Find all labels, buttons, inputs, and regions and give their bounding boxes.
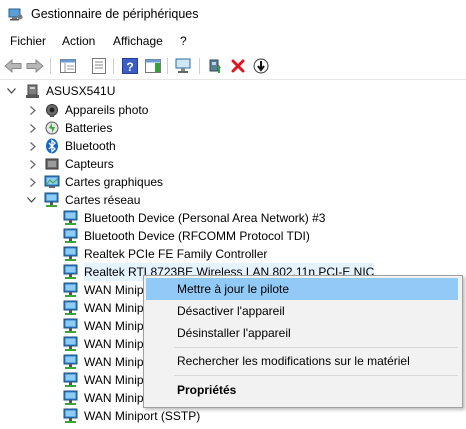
toolbar-separator <box>50 58 51 74</box>
device-label: WAN Minip <box>84 355 144 369</box>
category-bluetooth[interactable]: Bluetooth <box>0 137 466 155</box>
toolbar-separator <box>167 58 168 74</box>
device-label: WAN Minip <box>84 337 144 351</box>
device-label: Bluetooth Device (Personal Area Network)… <box>84 211 326 225</box>
menu-item-label: Désinstaller l'appareil <box>177 326 291 340</box>
network-adapter-icon <box>63 390 79 406</box>
network-adapter-icon <box>63 228 79 244</box>
network-adapter-icon <box>63 264 79 280</box>
menu-affichage[interactable]: Affichage <box>111 33 165 49</box>
back-arrow-icon[interactable] <box>4 57 22 75</box>
menu-action[interactable]: Action <box>60 33 97 49</box>
menu-item-disable-device[interactable]: Désactiver l'appareil <box>146 300 458 322</box>
update-driver-icon[interactable] <box>206 57 224 75</box>
toolbar: ? <box>0 53 466 80</box>
category-cartes-graphiques[interactable]: Cartes graphiques <box>0 173 466 191</box>
device-row[interactable]: Bluetooth Device (Personal Area Network)… <box>0 209 466 227</box>
device-manager-app-icon <box>8 8 23 21</box>
device-label: WAN Minip <box>84 283 144 297</box>
expanded-chevron-icon[interactable] <box>26 191 36 209</box>
device-label: WAN Minip <box>84 373 144 387</box>
network-adapter-icon <box>63 246 79 262</box>
menu-item-properties[interactable]: Propriétés <box>146 379 458 401</box>
device-label: WAN Minip <box>84 391 144 405</box>
category-label: Batteries <box>65 121 113 135</box>
display-adapter-icon <box>44 174 60 190</box>
sensor-icon <box>44 156 60 172</box>
computer-icon <box>25 83 41 99</box>
toolbar-separator <box>113 58 114 74</box>
menu-help[interactable]: ? <box>178 33 189 49</box>
camera-icon <box>44 102 60 118</box>
collapsed-chevron-icon[interactable] <box>28 119 38 137</box>
collapsed-chevron-icon[interactable] <box>28 101 38 119</box>
menu-separator <box>174 347 458 348</box>
menu-item-label: Propriétés <box>177 383 237 397</box>
category-batteries[interactable]: Batteries <box>0 119 466 137</box>
network-adapter-icon <box>63 210 79 226</box>
category-appareils-photo[interactable]: Appareils photo <box>0 101 466 119</box>
category-label: Appareils photo <box>65 103 149 117</box>
menu-item-update-driver[interactable]: Mettre à jour le pilote <box>146 278 458 300</box>
context-menu: Mettre à jour le pilote Désactiver l'app… <box>143 275 463 408</box>
show-action-pane-icon[interactable] <box>144 57 162 75</box>
network-adapter-icon <box>63 318 79 334</box>
network-adapter-icon <box>63 300 79 316</box>
svg-text:?: ? <box>126 60 133 74</box>
category-label: Cartes réseau <box>65 193 141 207</box>
collapsed-chevron-icon[interactable] <box>28 137 38 155</box>
menu-separator <box>174 375 458 376</box>
title-bar: Gestionnaire de périphériques <box>0 0 466 30</box>
category-label: Cartes graphiques <box>65 175 164 189</box>
device-label: Bluetooth Device (RFCOMM Protocol TDI) <box>84 229 310 243</box>
category-label: Capteurs <box>65 157 114 171</box>
uninstall-device-icon[interactable] <box>229 57 247 75</box>
menu-fichier[interactable]: Fichier <box>8 33 48 49</box>
network-adapter-icon <box>44 192 60 208</box>
device-label: WAN Miniport (SSTP) <box>84 409 201 423</box>
category-cartes-reseau[interactable]: Cartes réseau <box>0 191 466 209</box>
device-label: WAN Minip <box>84 319 144 333</box>
bluetooth-icon <box>44 138 60 154</box>
network-adapter-icon <box>63 282 79 298</box>
network-adapter-icon <box>63 354 79 370</box>
show-hide-console-tree-icon[interactable] <box>59 57 77 75</box>
properties-icon[interactable] <box>90 57 108 75</box>
device-row[interactable]: Bluetooth Device (RFCOMM Protocol TDI) <box>0 227 466 245</box>
device-row[interactable]: WAN Miniport (SSTP) <box>0 407 466 425</box>
category-label: Bluetooth <box>65 139 116 153</box>
device-label: Realtek PCIe FE Family Controller <box>84 247 268 261</box>
scan-hardware-changes-icon[interactable] <box>175 57 193 75</box>
battery-icon <box>44 120 60 136</box>
help-icon[interactable]: ? <box>121 57 139 75</box>
menu-bar: Fichier Action Affichage ? <box>0 31 466 51</box>
window-title: Gestionnaire de périphériques <box>31 7 199 21</box>
expanded-chevron-icon[interactable] <box>6 82 16 100</box>
menu-item-label: Rechercher les modifications sur le maté… <box>177 354 410 368</box>
device-row[interactable]: Realtek PCIe FE Family Controller <box>0 245 466 263</box>
device-label: WAN Minip <box>84 301 144 315</box>
network-adapter-icon <box>63 336 79 352</box>
toolbar-separator <box>199 58 200 74</box>
collapsed-chevron-icon[interactable] <box>28 155 38 173</box>
category-capteurs[interactable]: Capteurs <box>0 155 466 173</box>
tree-root[interactable]: ASUSX541U <box>0 82 466 100</box>
menu-item-uninstall-device[interactable]: Désinstaller l'appareil <box>146 322 458 344</box>
network-adapter-icon <box>63 372 79 388</box>
computer-name: ASUSX541U <box>46 84 116 98</box>
menu-item-label: Désactiver l'appareil <box>177 304 285 318</box>
menu-item-scan-hardware[interactable]: Rechercher les modifications sur le maté… <box>146 350 458 372</box>
disable-device-icon[interactable] <box>252 57 270 75</box>
forward-arrow-icon[interactable] <box>26 57 44 75</box>
menu-item-label: Mettre à jour le pilote <box>177 282 290 296</box>
collapsed-chevron-icon[interactable] <box>28 173 38 191</box>
